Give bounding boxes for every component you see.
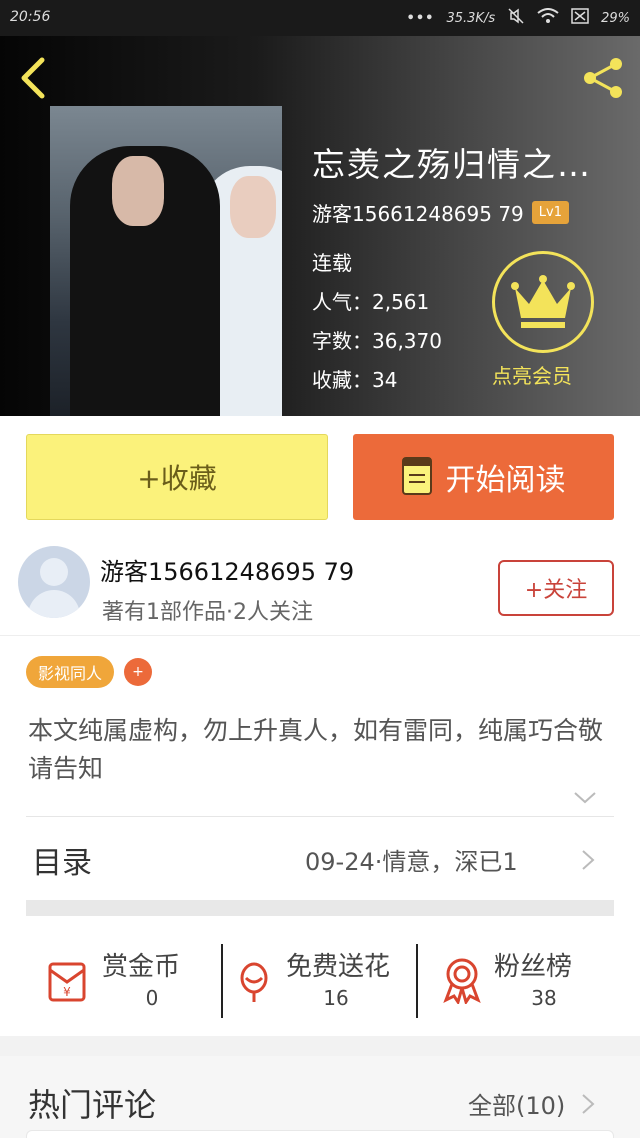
status-icons: ••• 35.3K/s 29% <box>407 8 630 28</box>
tag-list: 影视同人 + <box>26 656 153 688</box>
header-author[interactable]: 游客15661248695 79 Lv1 <box>312 198 569 227</box>
avatar[interactable] <box>18 546 90 618</box>
chevron-right-icon <box>580 848 596 872</box>
cover-face-right <box>230 176 276 238</box>
start-reading-button[interactable]: 开始阅读 <box>353 434 614 520</box>
chevron-right-icon[interactable] <box>580 1092 596 1116</box>
stat-separator <box>416 944 418 1018</box>
mute-icon <box>507 8 525 28</box>
favorite-button[interactable]: +收藏 <box>26 434 328 520</box>
all-comments-link[interactable]: 全部(10) <box>468 1086 565 1121</box>
status-bar: 20:56 ••• 35.3K/s 29% <box>0 0 640 36</box>
section-separator <box>0 1036 640 1056</box>
book-header: 忘羡之殇归情之… 游客15661248695 79 Lv1 连载 人气：2,56… <box>0 36 640 416</box>
book-stats: 连载 人气：2,561 字数：36,370 收藏：34 <box>312 244 442 400</box>
book-cover[interactable] <box>50 106 282 416</box>
author-subtitle: 著有1部作品·2人关注 <box>102 600 313 625</box>
network-speed: 35.3K/s <box>446 10 496 26</box>
status-time: 20:56 <box>10 9 51 25</box>
follow-button[interactable]: +关注 <box>498 560 614 616</box>
share-button[interactable] <box>580 56 628 100</box>
start-reading-label: 开始阅读 <box>445 463 566 498</box>
book-icon <box>401 457 432 497</box>
cover-face-left <box>112 156 164 226</box>
tag-item[interactable]: 影视同人 <box>26 656 115 688</box>
add-tag-button[interactable]: + <box>124 658 153 686</box>
crown-icon <box>511 275 575 328</box>
fans-label: 粉丝榜 <box>494 952 573 982</box>
more-dots: ••• <box>406 10 435 26</box>
avatar-head <box>40 558 68 586</box>
member-button[interactable] <box>492 251 594 353</box>
fans-ranking[interactable]: 粉丝榜 38 <box>438 936 608 1016</box>
section-separator <box>26 900 614 916</box>
catalog-row[interactable]: 目录 09-24·情意，深已1 <box>0 816 640 902</box>
author-card[interactable]: 游客15661248695 79 著有1部作品·2人关注 +关注 <box>0 544 640 636</box>
book-content: +收藏 开始阅读 游客15661248695 79 著有1部作品·2人关注 +关… <box>0 416 640 1138</box>
svg-text:¥: ¥ <box>63 985 71 999</box>
back-button[interactable] <box>16 56 56 100</box>
header-author-name[interactable]: 游客15661248695 79 <box>312 198 524 227</box>
latest-chapter: 09-24·情意，深已1 <box>305 848 518 876</box>
comment-card <box>26 1130 614 1138</box>
reward-label: 赏金币 <box>102 952 181 982</box>
avatar-body <box>28 590 80 618</box>
stat-separator <box>221 944 223 1018</box>
favorite-count: 收藏：34 <box>312 368 398 392</box>
flowers-value: 16 <box>323 986 349 1010</box>
reward-coins[interactable]: ¥ 赏金币 0 <box>46 936 206 1016</box>
level-badge: Lv1 <box>531 201 569 224</box>
hot-comments-label: 热门评论 <box>28 1086 157 1124</box>
popularity: 人气：2,561 <box>312 290 430 314</box>
share-icon <box>584 58 622 98</box>
red-envelope-icon: ¥ <box>46 956 94 1004</box>
book-title: 忘羡之殇归情之… <box>312 145 592 184</box>
battery-label: 29% <box>601 10 630 26</box>
free-flowers[interactable]: 免费送花 16 <box>230 936 410 1016</box>
support-stats: ¥ 赏金币 0 免费送花 16 粉丝榜 38 <box>0 926 640 1026</box>
fans-value: 38 <box>531 986 557 1010</box>
member-label[interactable]: 点亮会员 <box>492 360 602 389</box>
serial-status: 连载 <box>312 251 352 275</box>
catalog-label: 目录 <box>32 846 92 881</box>
no-sim-icon <box>571 8 589 28</box>
hot-comments-header: 热门评论 全部(10) <box>0 1056 640 1138</box>
book-description: 本文纯属虚构，勿上升真人，如有雷同，纯属巧合敬请告知 <box>28 716 604 783</box>
author-name[interactable]: 游客15661248695 79 <box>100 552 354 587</box>
word-count: 字数：36,370 <box>312 329 442 353</box>
flower-icon <box>230 956 278 1004</box>
wifi-icon <box>537 8 559 28</box>
flowers-label: 免费送花 <box>286 952 391 982</box>
reward-value: 0 <box>145 986 159 1010</box>
medal-icon <box>438 956 486 1006</box>
expand-chevron-icon[interactable] <box>572 788 598 808</box>
